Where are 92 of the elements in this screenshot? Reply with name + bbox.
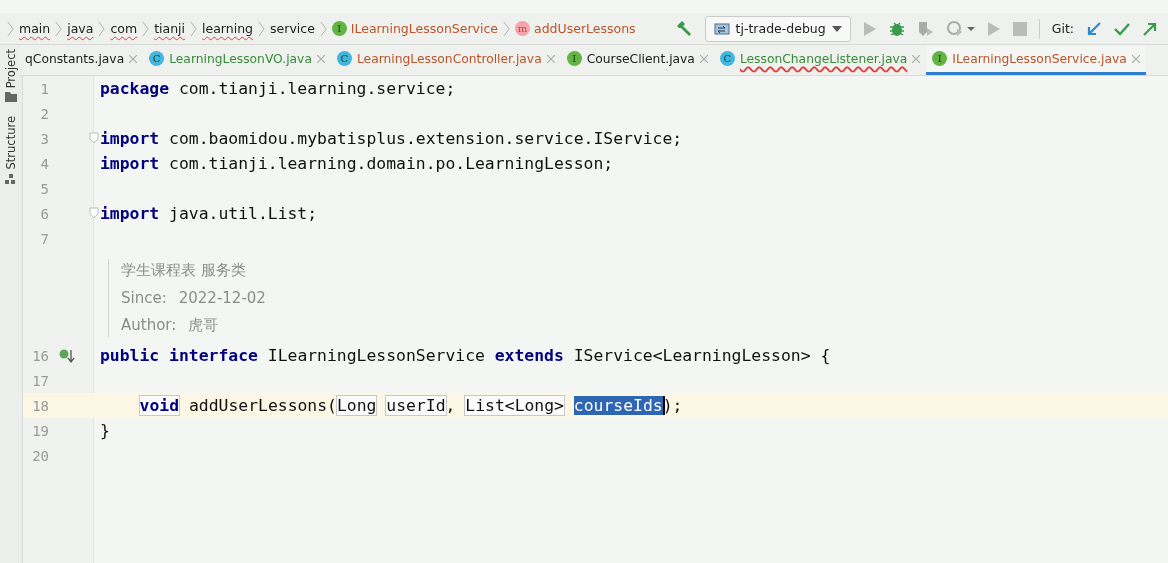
code-text: addUserLessons( (187, 396, 337, 415)
line-number: 20 (31, 447, 49, 464)
chevron-icon (98, 19, 106, 38)
code-text: , (445, 396, 457, 415)
code-token: Long (336, 396, 377, 415)
selected-text: courseIds (573, 396, 663, 415)
breadcrumb-item[interactable]: tianji (154, 21, 186, 36)
code-text: com.tianji.learning.service; (177, 79, 456, 98)
code-text: ILearningLessonService (266, 346, 486, 365)
code-editor[interactable] (23, 76, 1168, 563)
code-token: userId (386, 396, 446, 415)
breadcrumb-item[interactable]: service (270, 21, 315, 36)
line-number: 5 (39, 180, 49, 197)
chevron-icon (55, 19, 63, 38)
interface-badge-icon: I (932, 51, 948, 66)
tool-window-tab[interactable]: Structure (4, 116, 18, 170)
close-icon[interactable] (546, 54, 555, 63)
breadcrumb-item[interactable]: I ILearningLessonService (331, 21, 498, 36)
interface-badge-icon: I (331, 21, 347, 36)
breadcrumb-item[interactable]: com (110, 21, 138, 36)
breadcrumb-item[interactable]: main (19, 21, 51, 36)
stop-icon[interactable] (1012, 21, 1027, 36)
editor-tab[interactable]: C LessonChangeListener.java (713, 45, 927, 75)
run-icon[interactable] (986, 20, 1001, 37)
code-text: com.tianji.learning.domain.po.LearningLesson; (168, 154, 614, 173)
code-keyword: void (139, 396, 180, 415)
class-badge-icon: C (719, 51, 735, 66)
code-keyword: package (100, 79, 170, 98)
push-arrow-icon[interactable] (1142, 20, 1158, 37)
chevron-icon (142, 19, 150, 38)
profiler-icon[interactable] (946, 19, 975, 38)
structure-icon (5, 173, 17, 184)
code-keyword: import (100, 154, 160, 173)
chevron-icon (7, 19, 14, 38)
code-keyword: public (100, 346, 160, 365)
line-number: 19 (31, 422, 49, 439)
close-icon[interactable] (129, 54, 138, 63)
breadcrumb-item[interactable]: learning (202, 21, 254, 36)
line-number: 4 (39, 155, 49, 172)
code-text: ); (662, 396, 683, 415)
close-icon[interactable] (1131, 54, 1140, 63)
editor-tab[interactable]: C LearningLessonController.java (330, 45, 561, 75)
code-text: } (100, 421, 110, 440)
method-badge-icon: m (515, 21, 530, 36)
commit-check-icon[interactable] (1114, 21, 1130, 36)
editor-tab[interactable]: I ILearningLessonService.java (926, 45, 1146, 75)
code-keyword: extends (494, 346, 564, 365)
code-keyword: import (100, 204, 160, 223)
folder-icon (5, 92, 17, 103)
code-text: IService<LearningLesson> { (572, 346, 831, 365)
chevron-icon (319, 19, 327, 38)
editor-tab[interactable]: I CourseClient.java (560, 45, 714, 75)
tool-window-tab[interactable]: Project (4, 49, 18, 89)
chevron-icon (190, 19, 198, 38)
interface-badge-icon: I (566, 51, 582, 66)
close-icon[interactable] (316, 54, 325, 63)
code-text: com.baomidou.mybatisplus.extension.service.IService; (168, 129, 683, 148)
line-number: 18 (31, 397, 49, 414)
line-number: 6 (39, 205, 49, 222)
editor-tab[interactable]: C LearningLessonVO.java (143, 45, 331, 75)
doc-tag-label: Author: (121, 316, 177, 335)
class-badge-icon: C (336, 51, 352, 66)
run-config-icon (713, 21, 730, 36)
doc-tag-label: Since: (121, 289, 167, 307)
line-number: 17 (31, 372, 49, 389)
caret-icon (831, 25, 842, 32)
line-number: 1 (39, 80, 49, 97)
bug-icon[interactable] (888, 20, 905, 37)
code-keyword: import (100, 129, 160, 148)
class-badge-icon: C (149, 51, 165, 66)
code-token: List<Long> (465, 396, 564, 415)
close-icon[interactable] (699, 54, 708, 63)
update-arrow-icon[interactable] (1086, 20, 1102, 37)
git-label: Git: (1051, 21, 1074, 36)
chevron-icon (258, 19, 266, 38)
line-number: 16 (31, 347, 49, 364)
run-icon[interactable] (862, 20, 877, 37)
line-number: 2 (39, 105, 49, 122)
line-number: 3 (39, 130, 49, 147)
doc-tag-value: 2022-12-02 (178, 289, 266, 307)
code-keyword: interface (169, 346, 258, 365)
doc-tag-value: 虎哥 (188, 316, 219, 335)
chevron-icon (503, 19, 510, 38)
line-number: 7 (39, 230, 49, 247)
editor-tab[interactable]: qConstants.java (19, 45, 144, 75)
doc-description: 学生课程表 服务类 (121, 261, 247, 280)
breadcrumb-item[interactable]: java (67, 21, 94, 36)
code-text: java.util.List; (168, 204, 318, 223)
coverage-icon[interactable] (916, 19, 935, 38)
run-config-dropdown[interactable]: tj-trade-debug (704, 15, 851, 42)
breadcrumb-item[interactable]: m addUserLessons (515, 21, 636, 36)
close-icon[interactable] (912, 54, 921, 63)
